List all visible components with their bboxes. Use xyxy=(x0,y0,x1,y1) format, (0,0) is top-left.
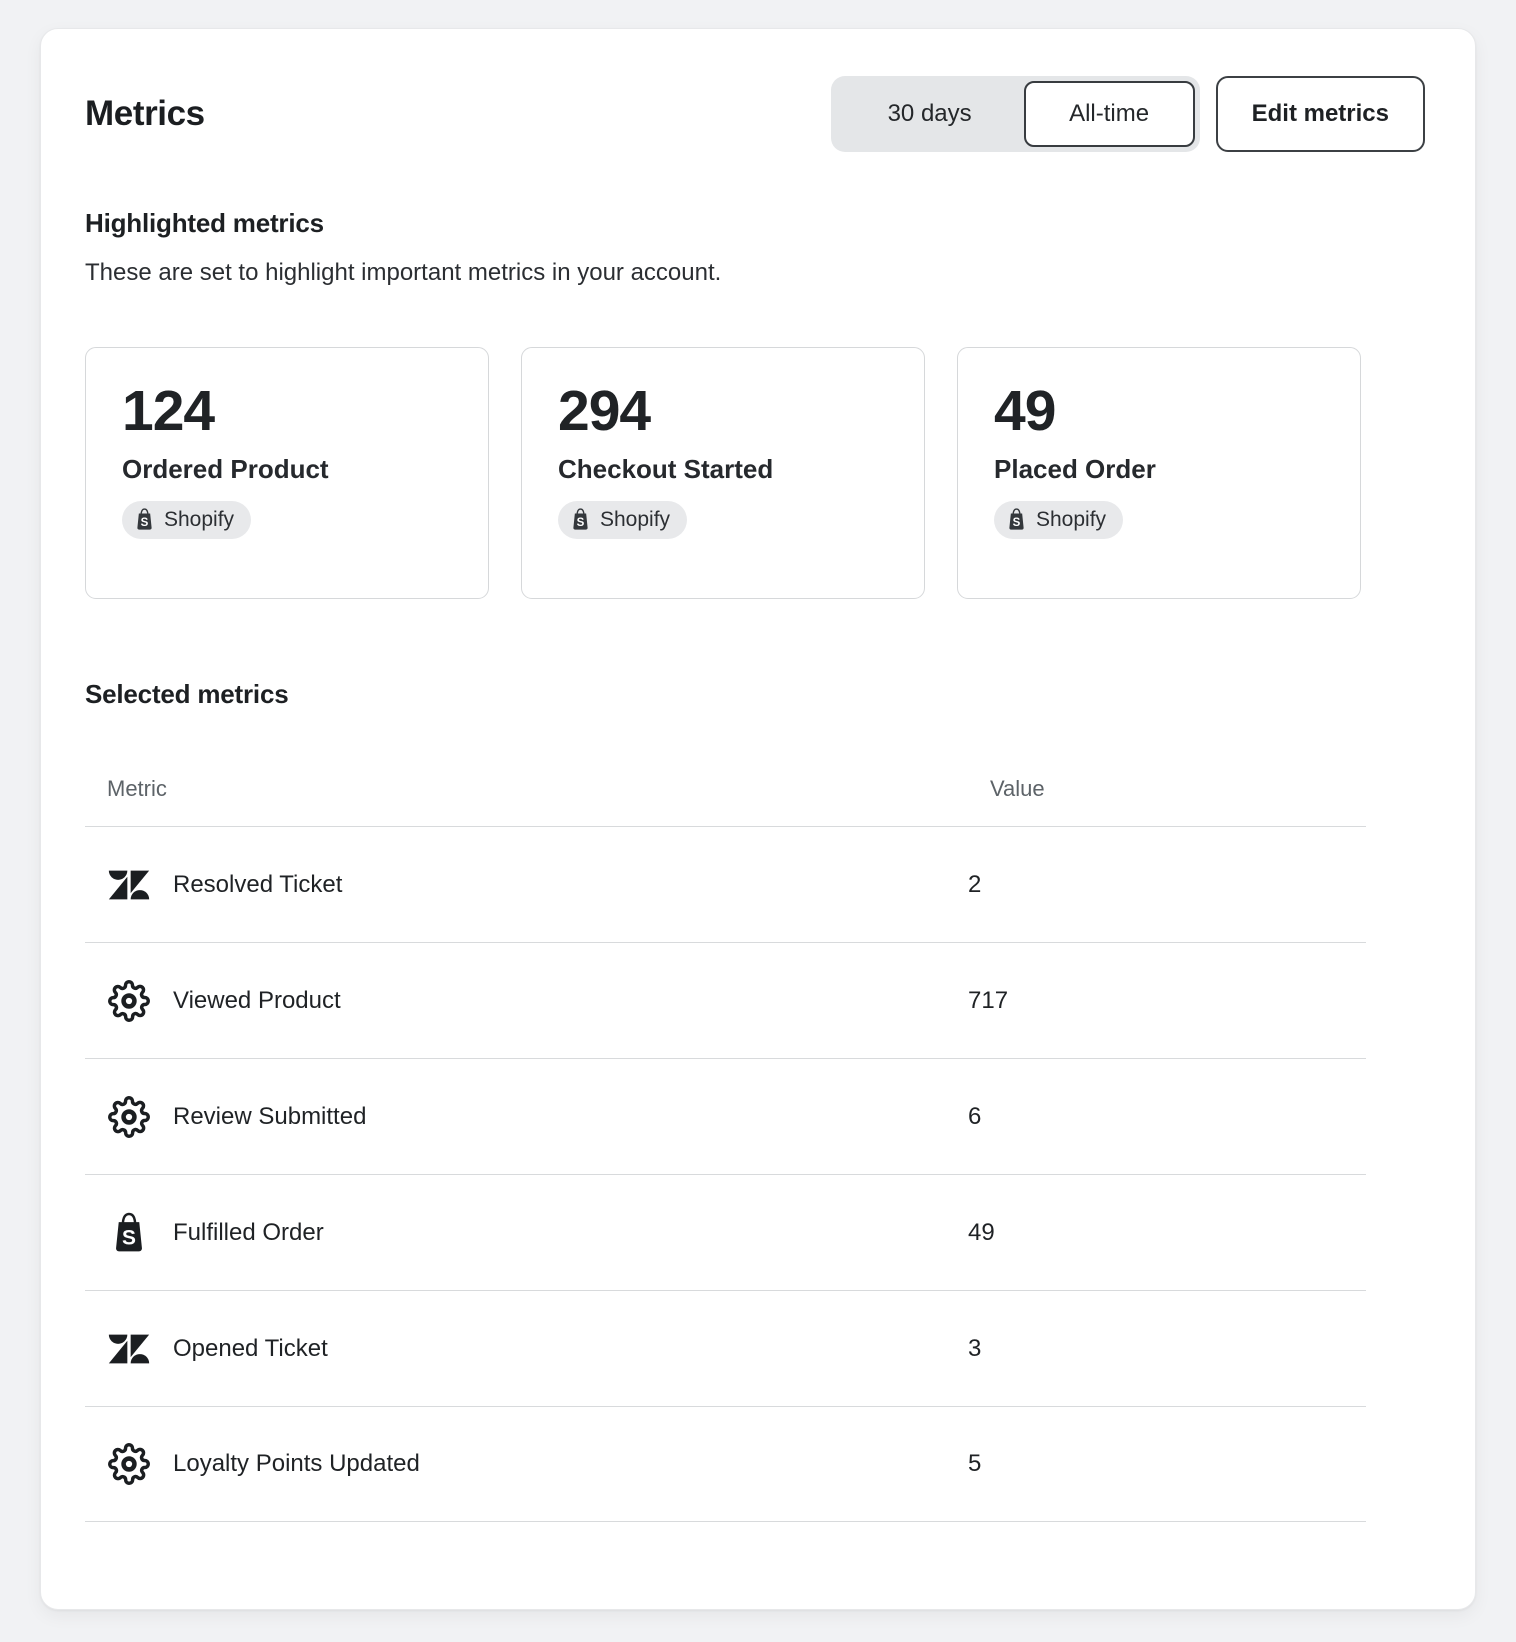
metric-value: 3 xyxy=(968,1335,1366,1363)
metric-value: 6 xyxy=(968,1103,1366,1131)
edit-metrics-button[interactable]: Edit metrics xyxy=(1216,76,1425,152)
source-badge-label: Shopify xyxy=(164,508,234,532)
metric-value: 124 xyxy=(122,382,452,442)
metric-name: Fulfilled Order xyxy=(173,1219,324,1247)
panel-header: Metrics 30 days All-time Edit metrics xyxy=(85,76,1425,152)
metrics-panel: Metrics 30 days All-time Edit metrics Hi… xyxy=(40,28,1476,1610)
metric-value: 2 xyxy=(968,871,1366,899)
metric-value: 294 xyxy=(558,382,888,442)
metric-value: 5 xyxy=(968,1450,1366,1478)
metric-value: 49 xyxy=(968,1219,1366,1247)
metric-label: Ordered Product xyxy=(122,454,452,485)
shopify-icon xyxy=(134,508,155,531)
table-row-opened-ticket: Opened Ticket 3 xyxy=(85,1290,1366,1406)
zendesk-icon xyxy=(107,863,151,907)
toggle-option-all-time[interactable]: All-time xyxy=(1024,81,1195,147)
page-title: Metrics xyxy=(85,94,205,134)
zendesk-icon xyxy=(107,1327,151,1371)
highlighted-metrics-description: These are set to highlight important met… xyxy=(85,259,1425,287)
metric-value: 49 xyxy=(994,382,1324,442)
metric-label: Placed Order xyxy=(994,454,1324,485)
table-row-review-submitted: Review Submitted 6 xyxy=(85,1058,1366,1174)
toggle-option-30-days[interactable]: 30 days xyxy=(836,81,1024,147)
metric-card-checkout-started: 294 Checkout Started Shopify xyxy=(521,347,925,599)
metric-name: Loyalty Points Updated xyxy=(173,1450,420,1478)
metric-value: 717 xyxy=(968,987,1366,1015)
date-range-toggle: 30 days All-time xyxy=(831,76,1200,152)
gear-icon xyxy=(107,979,151,1023)
table-header: Metric Value xyxy=(85,750,1366,826)
gear-icon xyxy=(107,1442,151,1486)
selected-metrics-table: Metric Value Resolved Ticket 2 Viewed Pr… xyxy=(85,750,1366,1522)
metric-name: Viewed Product xyxy=(173,987,341,1015)
header-controls: 30 days All-time Edit metrics xyxy=(831,76,1425,152)
gear-icon xyxy=(107,1095,151,1139)
source-badge-label: Shopify xyxy=(600,508,670,532)
source-badge: Shopify xyxy=(122,501,251,539)
source-badge: Shopify xyxy=(994,501,1123,539)
shopify-icon xyxy=(107,1211,151,1255)
metric-card-ordered-product: 124 Ordered Product Shopify xyxy=(85,347,489,599)
shopify-icon xyxy=(570,508,591,531)
table-row-loyalty-points-updated: Loyalty Points Updated 5 xyxy=(85,1406,1366,1522)
metric-name: Opened Ticket xyxy=(173,1335,328,1363)
column-header-metric: Metric xyxy=(107,776,990,802)
metric-name: Review Submitted xyxy=(173,1103,366,1131)
shopify-icon xyxy=(1006,508,1027,531)
highlighted-metric-cards: 124 Ordered Product Shopify 294 Checkout… xyxy=(85,347,1425,599)
metric-card-placed-order: 49 Placed Order Shopify xyxy=(957,347,1361,599)
table-row-resolved-ticket: Resolved Ticket 2 xyxy=(85,826,1366,942)
source-badge-label: Shopify xyxy=(1036,508,1106,532)
column-header-value: Value xyxy=(990,776,1366,802)
table-row-fulfilled-order: Fulfilled Order 49 xyxy=(85,1174,1366,1290)
highlighted-metrics-heading: Highlighted metrics xyxy=(85,208,1425,239)
source-badge: Shopify xyxy=(558,501,687,539)
table-row-viewed-product: Viewed Product 717 xyxy=(85,942,1366,1058)
metric-name: Resolved Ticket xyxy=(173,871,342,899)
selected-metrics-heading: Selected metrics xyxy=(85,679,1425,710)
metric-label: Checkout Started xyxy=(558,454,888,485)
